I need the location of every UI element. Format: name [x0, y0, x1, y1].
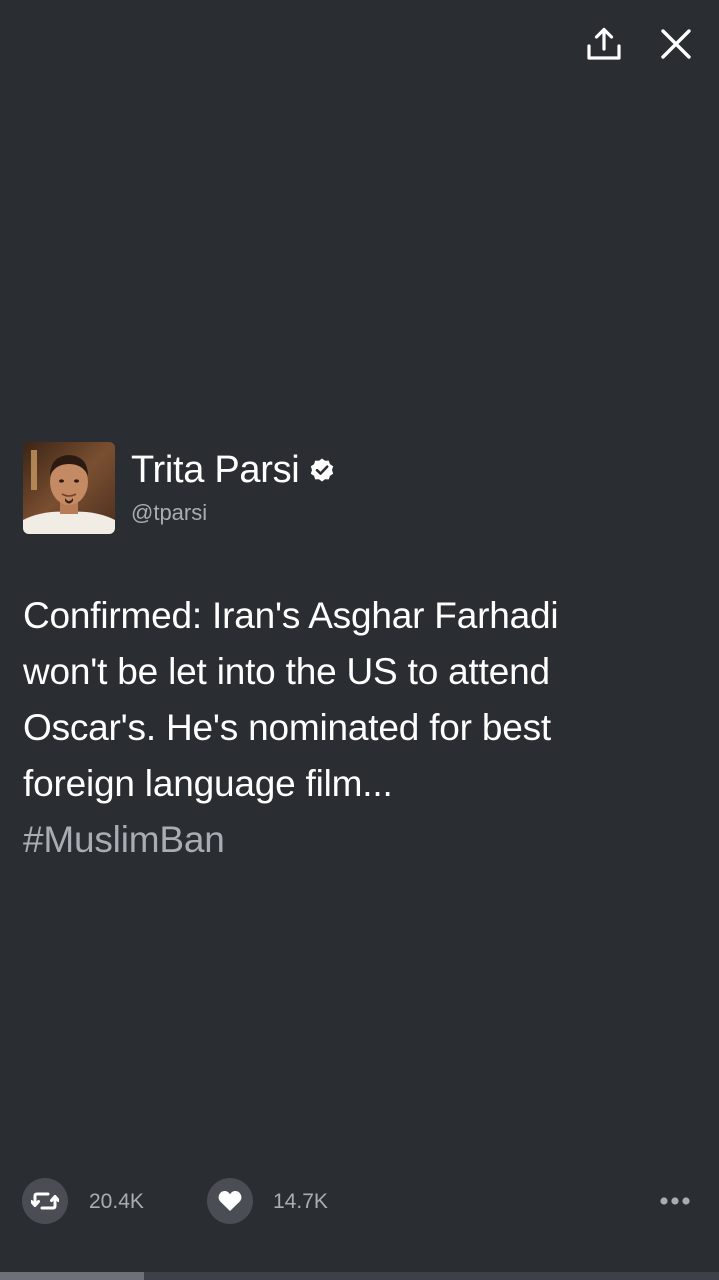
more-options-button[interactable] — [655, 1186, 695, 1216]
name-row: Trita Parsi — [131, 448, 335, 492]
tweet-actions: 20.4K 14.7K — [0, 1178, 719, 1224]
like-button[interactable] — [207, 1178, 253, 1224]
avatar-photo — [23, 442, 115, 534]
verified-badge-icon — [309, 457, 335, 483]
retweet-icon — [31, 1192, 59, 1210]
tweet-text-line: Confirmed: Iran's Asghar Farhadi — [23, 595, 559, 636]
share-upload-icon — [587, 27, 621, 60]
retweet-count: 20.4K — [89, 1190, 144, 1213]
share-button[interactable] — [582, 22, 626, 66]
author-display-name[interactable]: Trita Parsi — [131, 449, 300, 492]
more-dots-icon — [660, 1197, 690, 1205]
heart-icon — [218, 1190, 242, 1211]
close-icon — [661, 29, 691, 59]
progress-fill — [0, 1272, 144, 1280]
hashtag-link[interactable]: #MuslimBan — [23, 812, 673, 868]
avatar[interactable] — [23, 442, 115, 534]
progress-bar — [0, 1272, 719, 1280]
tweet-text-line: won't be let into the US to attend — [23, 651, 550, 692]
like-count: 14.7K — [273, 1190, 328, 1213]
author-handle[interactable]: @tparsi — [131, 500, 335, 526]
close-button[interactable] — [654, 22, 698, 66]
tweet-text-line: Oscar's. He's nominated for best — [23, 707, 552, 748]
tweet-text-line: foreign language film... — [23, 763, 393, 804]
retweet-button[interactable] — [22, 1178, 68, 1224]
author-text: Trita Parsi @tparsi — [131, 448, 335, 526]
tweet-author: Trita Parsi @tparsi — [23, 442, 335, 534]
tweet-text: Confirmed: Iran's Asghar Farhadi won't b… — [23, 588, 673, 868]
